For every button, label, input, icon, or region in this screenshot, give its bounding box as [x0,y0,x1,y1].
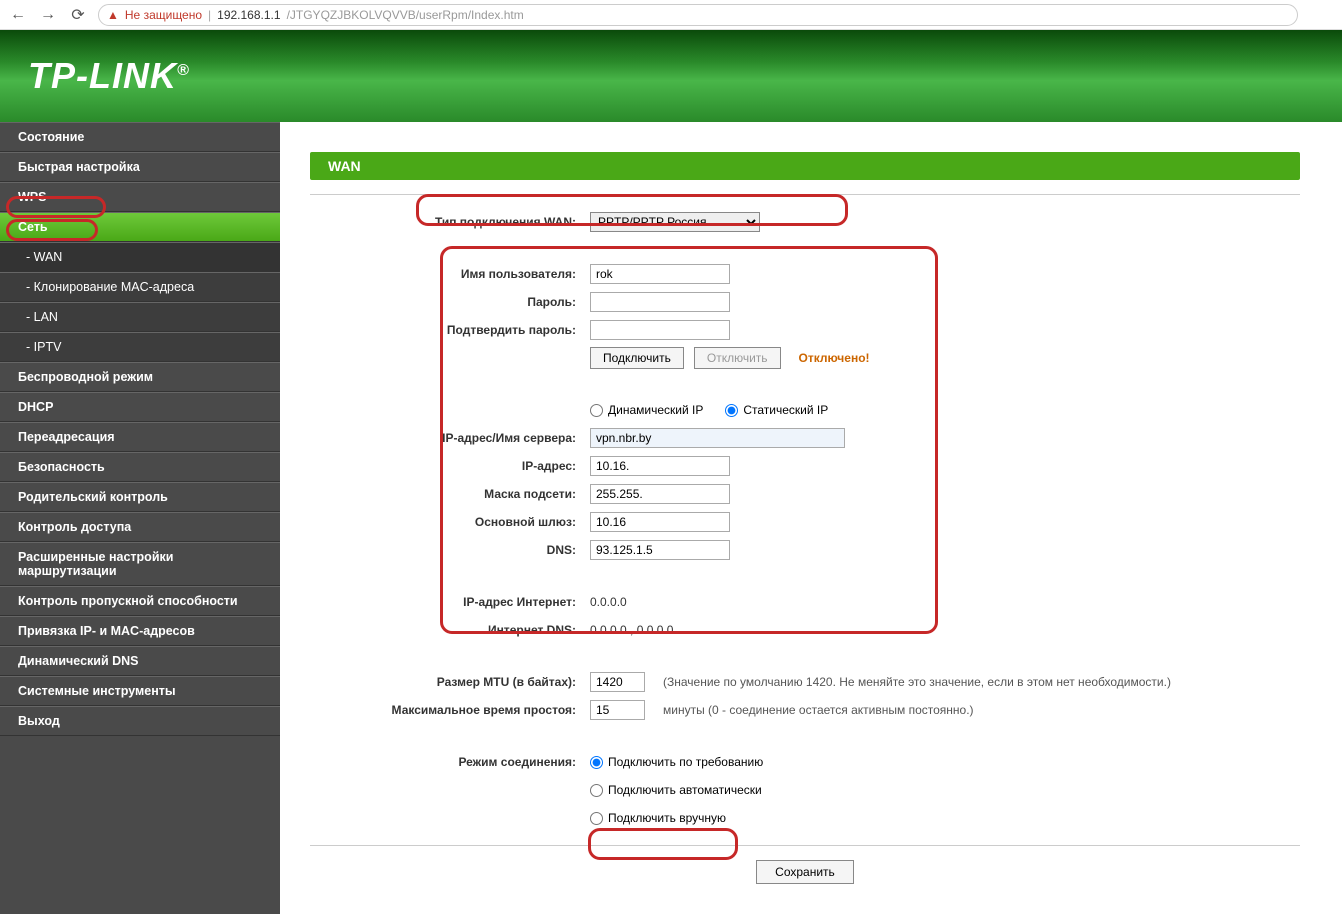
dynamic-ip-radio[interactable]: Динамический IP [590,403,703,417]
conn-type-select[interactable]: PPTP/PPTP Россия [590,212,760,232]
password2-label: Подтвердить пароль: [310,323,590,337]
divider [310,194,1300,195]
browser-toolbar: ← → ⟳ ▲ Не защищено | 192.168.1.1/JTGYQZ… [0,0,1342,30]
username-input[interactable] [590,264,730,284]
mode-auto-radio[interactable]: Подключить автоматически [590,783,762,797]
connect-button[interactable]: Подключить [590,347,684,369]
sidebar-item-11[interactable]: Безопасность [0,452,280,482]
mask-input[interactable] [590,484,730,504]
divider-bottom [310,845,1300,846]
ip-input[interactable] [590,456,730,476]
idle-input[interactable] [590,700,645,720]
dns-label: DNS: [310,543,590,557]
sidebar-item-1[interactable]: Быстрая настройка [0,152,280,182]
sidebar-item-12[interactable]: Родительский контроль [0,482,280,512]
conn-type-label: Тип подключения WAN: [310,215,590,229]
mtu-input[interactable] [590,672,645,692]
mask-label: Маска подсети: [310,487,590,501]
sidebar-item-16[interactable]: Привязка IP- и MAC-адресов [0,616,280,646]
sidebar-item-14[interactable]: Расширенные настройки маршрутизации [0,542,280,586]
sidebar-item-19[interactable]: Выход [0,706,280,736]
sidebar-item-0[interactable]: Состояние [0,122,280,152]
password-input[interactable] [590,292,730,312]
sidebar-item-5[interactable]: - Клонирование MAC-адреса [0,272,280,302]
page-title: WAN [310,152,1300,180]
password-label: Пароль: [310,295,590,309]
sidebar-item-10[interactable]: Переадресация [0,422,280,452]
main-content: WAN Тип подключения WAN: PPTP/PPTP Росси… [280,122,1342,914]
mode-on-demand-radio[interactable]: Подключить по требованию [590,755,763,769]
password-confirm-input[interactable] [590,320,730,340]
sidebar-item-15[interactable]: Контроль пропускной способности [0,586,280,616]
back-button[interactable]: ← [8,5,28,25]
save-button[interactable]: Сохранить [756,860,854,884]
inet-ip-label: IP-адрес Интернет: [310,595,590,609]
conn-mode-label: Режим соединения: [310,755,590,769]
static-ip-radio[interactable]: Статический IP [725,403,828,417]
sidebar-item-2[interactable]: WPS [0,182,280,212]
brand-logo: TP-LINK® [28,55,190,97]
sidebar-item-6[interactable]: - LAN [0,302,280,332]
sidebar-item-13[interactable]: Контроль доступа [0,512,280,542]
reload-button[interactable]: ⟳ [68,5,88,25]
inet-dns-label: Интернет DNS: [310,623,590,637]
not-secure-label: Не защищено [125,8,202,22]
ip-label: IP-адрес: [310,459,590,473]
sidebar-item-7[interactable]: - IPTV [0,332,280,362]
sidebar-item-9[interactable]: DHCP [0,392,280,422]
url-path: /JTGYQZJBKOLVQVVB/userRpm/Index.htm [287,8,524,22]
insecure-icon: ▲ [107,8,119,22]
mtu-label: Размер MTU (в байтах): [310,675,590,689]
username-label: Имя пользователя: [310,267,590,281]
sidebar: СостояниеБыстрая настройкаWPSСеть- WAN- … [0,122,280,914]
mode-manual-radio[interactable]: Подключить вручную [590,811,726,825]
idle-hint: минуты (0 - соединение остается активным… [663,703,974,717]
inet-ip-value: 0.0.0.0 [590,595,627,609]
mtu-hint: (Значение по умолчанию 1420. Не меняйте … [663,675,1171,689]
app-header: TP-LINK® [0,30,1342,122]
connection-status: Отключено! [799,351,870,365]
idle-label: Максимальное время простоя: [310,703,590,717]
sidebar-item-8[interactable]: Беспроводной режим [0,362,280,392]
disconnect-button[interactable]: Отключить [694,347,781,369]
sidebar-item-3[interactable]: Сеть [0,212,280,242]
gateway-label: Основной шлюз: [310,515,590,529]
server-label: IP-адрес/Имя сервера: [310,431,590,445]
inet-dns-value: 0.0.0.0 , 0.0.0.0 [590,623,673,637]
url-separator: | [208,8,211,22]
gateway-input[interactable] [590,512,730,532]
url-host: 192.168.1.1 [217,8,280,22]
forward-button[interactable]: → [38,5,58,25]
address-bar[interactable]: ▲ Не защищено | 192.168.1.1/JTGYQZJBKOLV… [98,4,1298,26]
sidebar-item-18[interactable]: Системные инструменты [0,676,280,706]
server-input[interactable] [590,428,845,448]
dns-input[interactable] [590,540,730,560]
sidebar-item-17[interactable]: Динамический DNS [0,646,280,676]
sidebar-item-4[interactable]: - WAN [0,242,280,272]
